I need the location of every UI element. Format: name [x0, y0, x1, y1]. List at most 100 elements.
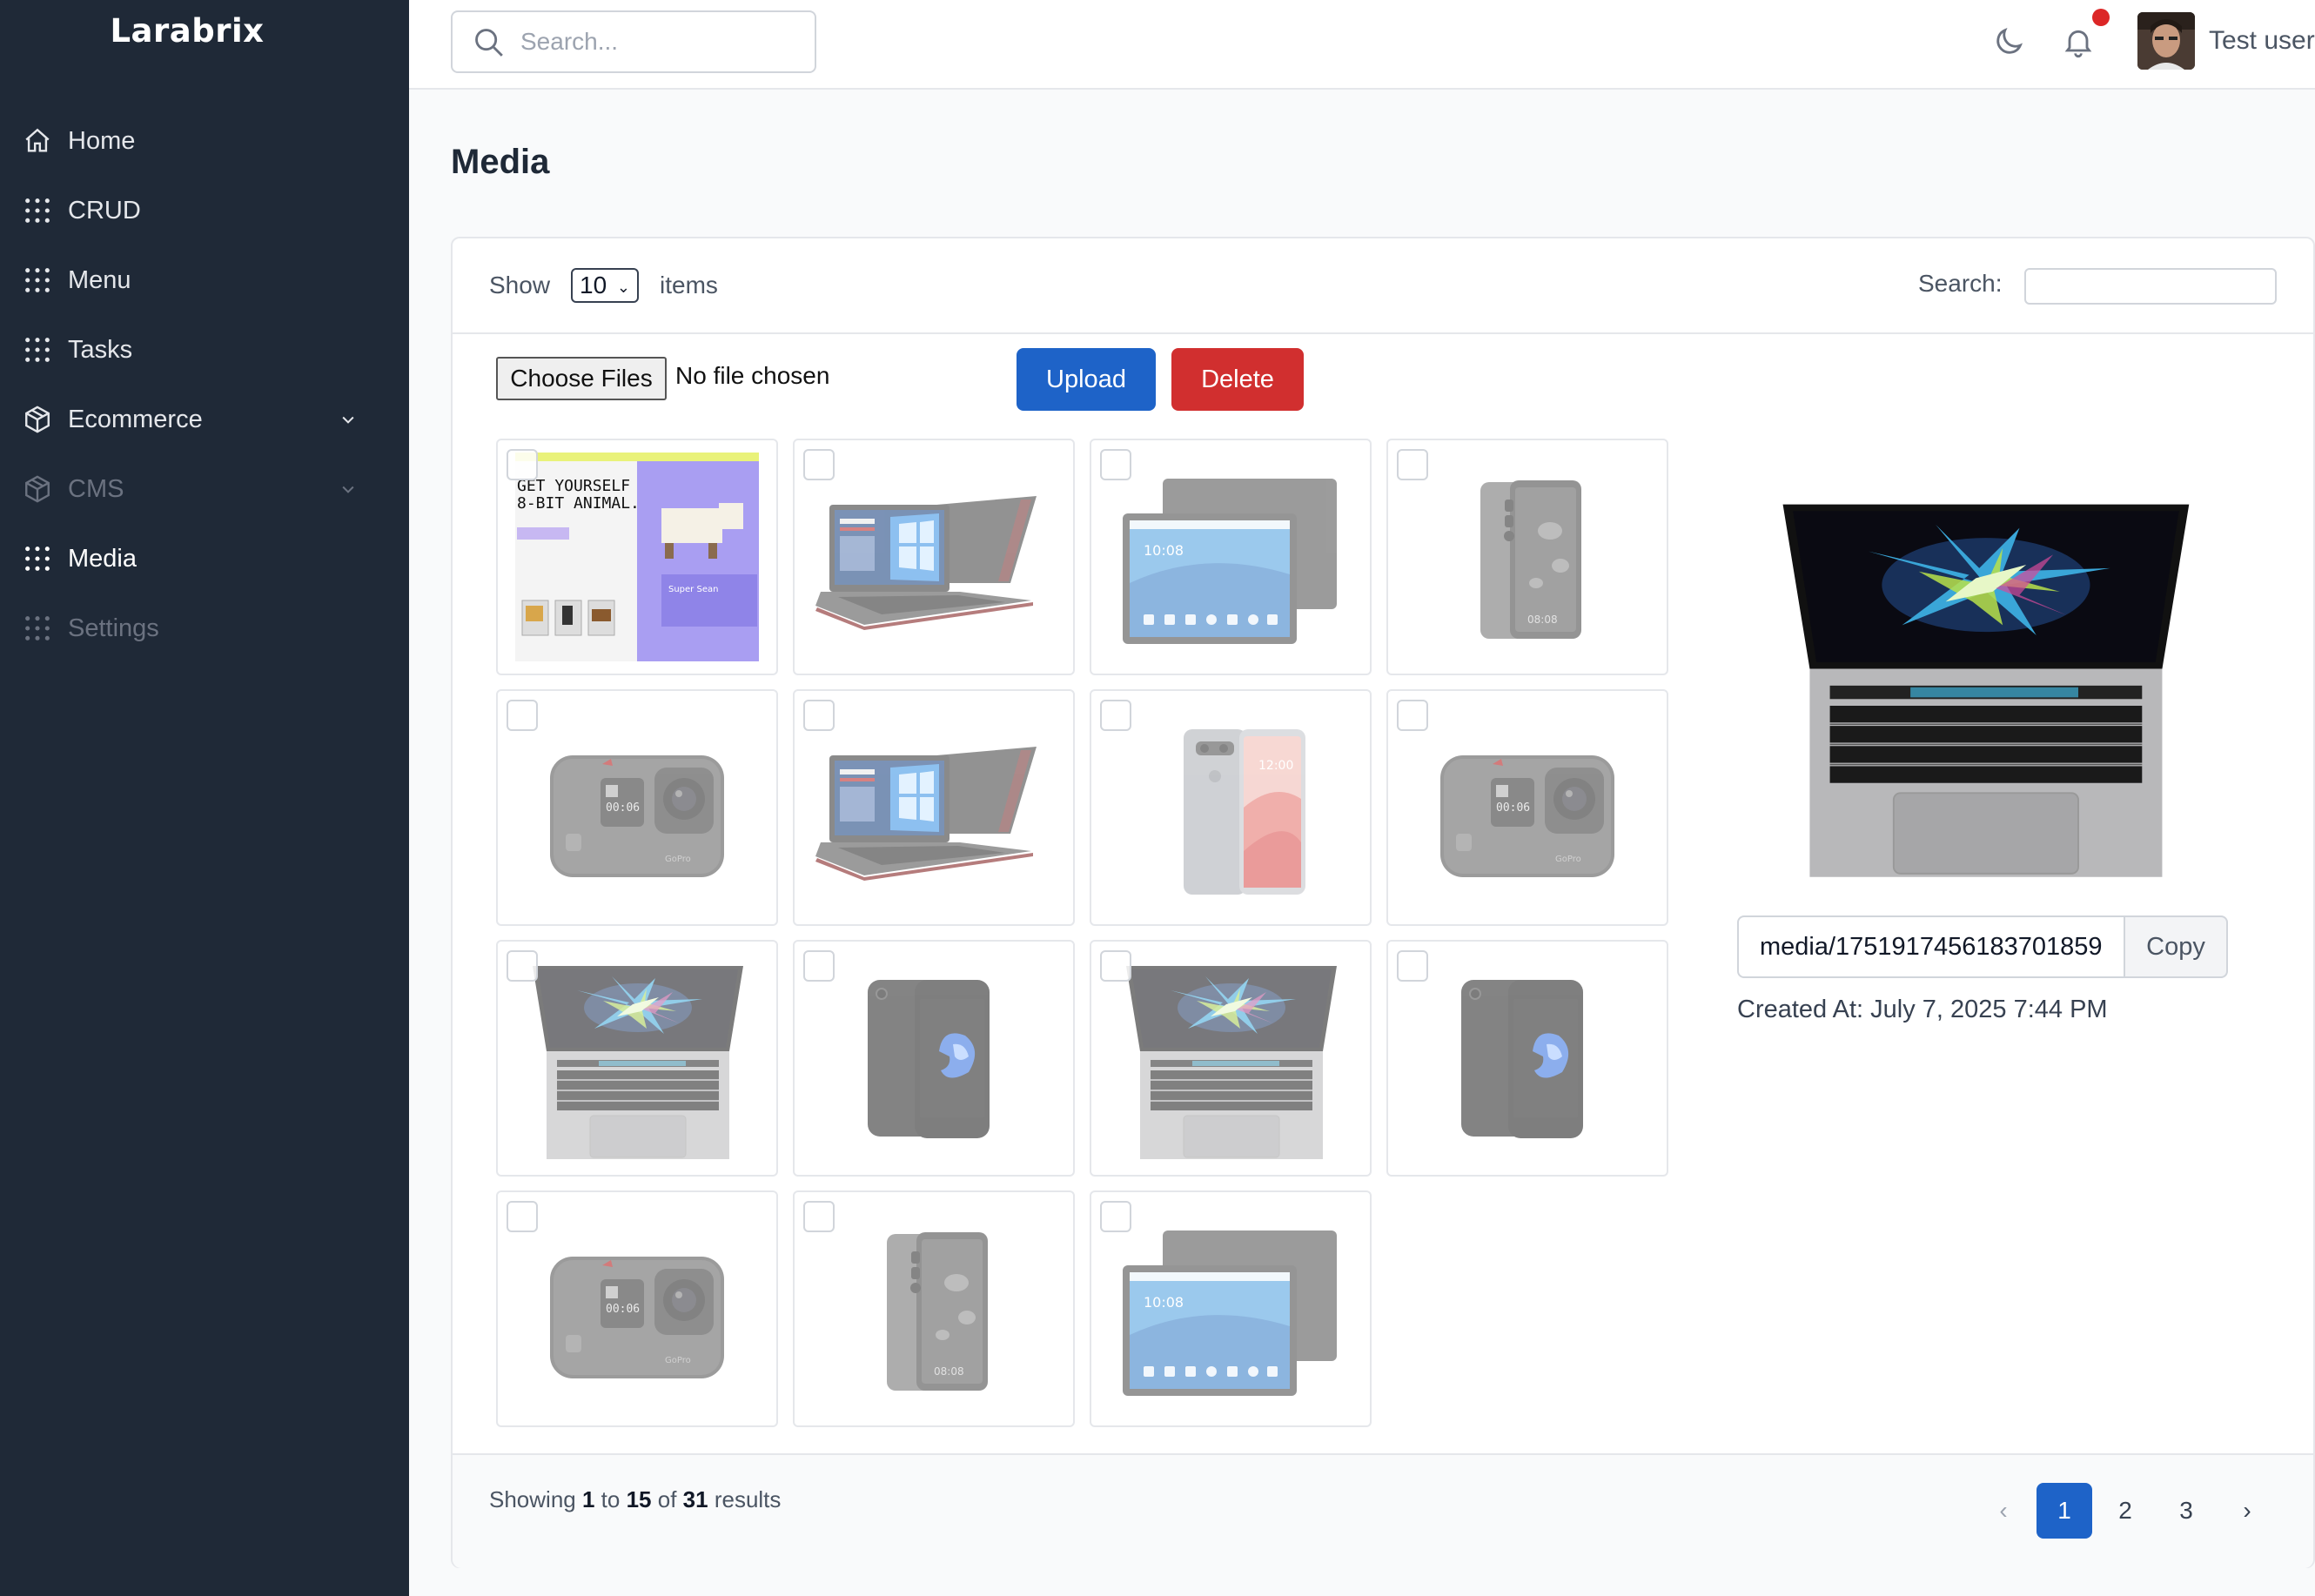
sidebar-item-label: Settings [68, 614, 159, 642]
next-page-button[interactable]: › [2219, 1483, 2275, 1539]
bell-icon[interactable] [2061, 24, 2096, 59]
media-thumbnail-camera: 00:06 GoPro [1388, 691, 1667, 924]
avatar[interactable] [2137, 12, 2195, 70]
copy-button[interactable]: Copy [2125, 915, 2228, 978]
svg-text:GoPro: GoPro [1555, 855, 1581, 864]
sidebar-item-media[interactable]: Media [0, 524, 409, 593]
media-select-checkbox[interactable] [507, 700, 538, 731]
media-tile[interactable]: 00:06 GoPro [496, 1190, 778, 1427]
sidebar-item-home[interactable]: Home [0, 106, 409, 176]
sidebar-item-cms[interactable]: CMS [0, 454, 409, 524]
sidebar-item-label: CRUD [68, 196, 141, 225]
chevron-down-icon[interactable] [339, 480, 357, 498]
app-brand[interactable]: Larabrix [0, 12, 374, 50]
media-select-checkbox[interactable] [1397, 950, 1428, 982]
media-select-checkbox[interactable] [1397, 700, 1428, 731]
media-tile[interactable] [1090, 940, 1372, 1177]
previous-page-button[interactable]: ‹ [1976, 1483, 2031, 1539]
sidebar: Larabrix Home CRUD Menu Tasks Ecommerce CMS Me… [0, 0, 409, 1596]
media-thumbnail-macbook [498, 942, 776, 1175]
media-select-checkbox[interactable] [803, 449, 835, 480]
media-tile[interactable]: 00:06 GoPro [496, 689, 778, 926]
media-tile[interactable] [1386, 940, 1668, 1177]
user-name[interactable]: Test user [2209, 26, 2315, 56]
search-icon [475, 29, 503, 57]
items-label: items [660, 272, 718, 298]
sidebar-item-label: CMS [68, 474, 124, 503]
media-tile[interactable] [793, 439, 1075, 675]
media-tile[interactable]: 08:08 [1386, 439, 1668, 675]
media-tile[interactable] [793, 940, 1075, 1177]
media-thumbnail-macbook [1091, 942, 1370, 1175]
media-select-checkbox[interactable] [507, 1201, 538, 1232]
media-select-checkbox[interactable] [803, 1201, 835, 1232]
grid-dots-icon [23, 614, 52, 643]
svg-text:8-BIT ANIMAL.: 8-BIT ANIMAL. [517, 494, 640, 513]
media-select-checkbox[interactable] [1397, 449, 1428, 480]
media-select-checkbox[interactable] [1100, 950, 1131, 982]
svg-text:00:06: 00:06 [1496, 801, 1530, 815]
media-thumbnail-laptop-msi [795, 440, 1073, 674]
media-card: Show 10 ⌄ items Search: Choose Files No … [451, 237, 2315, 1568]
svg-text:10:08: 10:08 [1144, 542, 1184, 559]
media-tile[interactable]: 12:00 [1090, 689, 1372, 926]
media-select-checkbox[interactable] [803, 950, 835, 982]
media-tile[interactable]: 10:08 [1090, 439, 1372, 675]
sidebar-item-settings[interactable]: Settings [0, 593, 409, 663]
page-size-select[interactable]: 10 ⌄ [571, 268, 639, 303]
sidebar-item-tasks[interactable]: Tasks [0, 315, 409, 385]
cube-icon [23, 474, 52, 504]
cube-icon [23, 405, 52, 434]
moon-icon[interactable] [1991, 24, 2026, 59]
sidebar-item-crud[interactable]: CRUD [0, 176, 409, 245]
file-status: No file chosen [675, 362, 830, 389]
media-tile[interactable]: 10:08 [1090, 1190, 1372, 1427]
page-button-2[interactable]: 2 [2097, 1483, 2153, 1539]
page-button-1[interactable]: 1 [2037, 1483, 2092, 1539]
table-controls: Show 10 ⌄ items Search: [453, 238, 2313, 334]
page-size-value: 10 [580, 272, 607, 298]
media-select-checkbox[interactable] [507, 449, 538, 480]
media-select-checkbox[interactable] [507, 950, 538, 982]
top-header: Test user [409, 0, 2315, 90]
grid-dots-icon [23, 544, 52, 573]
delete-button[interactable]: Delete [1171, 348, 1304, 411]
global-search-input[interactable] [520, 28, 799, 56]
home-icon [23, 126, 52, 156]
svg-text:Super Sean: Super Sean [668, 585, 718, 594]
media-path-input[interactable]: media/1751917456183701859 [1737, 915, 2125, 978]
grid-dots-icon [23, 335, 52, 365]
media-tile[interactable]: 08:08 [793, 1190, 1075, 1427]
upload-button[interactable]: Upload [1017, 348, 1156, 411]
media-tile[interactable] [496, 940, 778, 1177]
media-tile[interactable] [793, 689, 1075, 926]
media-thumbnail-iphone [1388, 942, 1667, 1175]
svg-text:08:08: 08:08 [1527, 614, 1558, 626]
created-at: Created At: July 7, 2025 7:44 PM [1737, 996, 2108, 1023]
choose-files-button[interactable]: Choose Files [496, 357, 667, 400]
svg-text:00:06: 00:06 [606, 801, 640, 815]
media-thumbnail-website: GET YOURSELF 8-BIT ANIMAL. Super Sean [498, 440, 776, 674]
media-thumbnail-tablet: 10:08 [1091, 440, 1370, 674]
page-title: Media [451, 143, 550, 181]
media-path-group: media/1751917456183701859 Copy [1737, 915, 2228, 978]
pagination-footer: Showing 1 to 15 of 31 results ‹ 1 2 3 › [453, 1453, 2313, 1568]
table-search-label: Search: [1918, 270, 2003, 297]
table-search-input[interactable] [2024, 268, 2277, 305]
media-thumbnail-tablet: 10:08 [1091, 1192, 1370, 1425]
global-search[interactable] [451, 10, 816, 73]
media-tile[interactable]: 00:06 GoPro [1386, 689, 1668, 926]
media-select-checkbox[interactable] [1100, 449, 1131, 480]
sidebar-item-ecommerce[interactable]: Ecommerce [0, 385, 409, 454]
pagination: ‹ 1 2 3 › [1976, 1483, 2280, 1539]
svg-text:10:08: 10:08 [1144, 1294, 1184, 1311]
page-button-3[interactable]: 3 [2158, 1483, 2214, 1539]
media-select-checkbox[interactable] [1100, 700, 1131, 731]
media-thumbnail-camera: 00:06 GoPro [498, 1192, 776, 1425]
media-tile[interactable]: GET YOURSELF 8-BIT ANIMAL. Super Sean [496, 439, 778, 675]
media-select-checkbox[interactable] [1100, 1201, 1131, 1232]
sidebar-item-menu[interactable]: Menu [0, 245, 409, 315]
chevron-down-icon[interactable] [339, 411, 357, 428]
sidebar-item-label: Menu [68, 265, 131, 294]
media-select-checkbox[interactable] [803, 700, 835, 731]
